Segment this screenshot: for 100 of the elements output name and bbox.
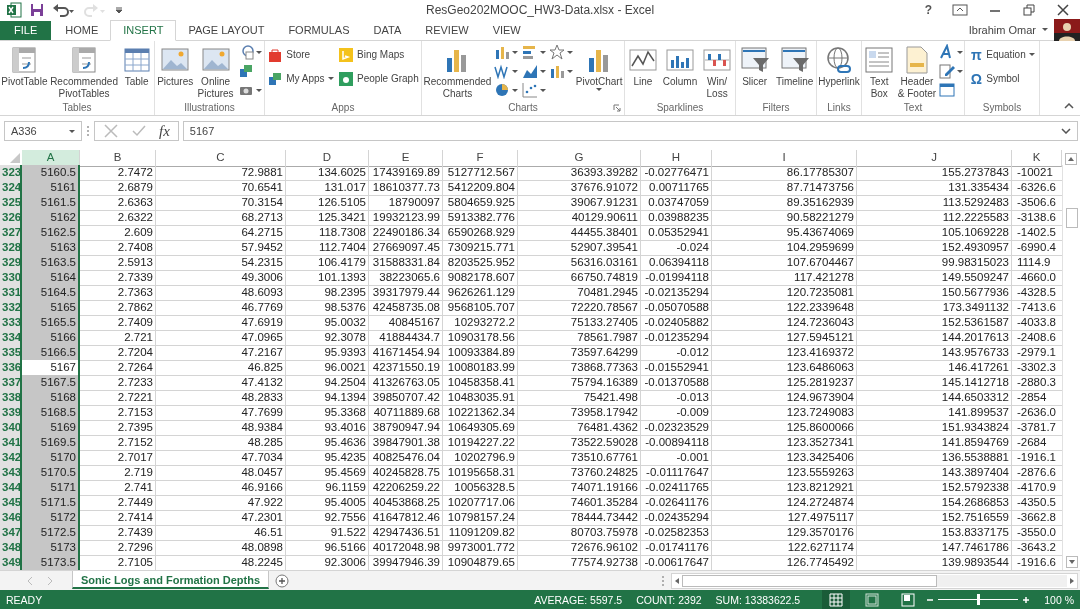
table-cell: 0.05352941 — [641, 225, 712, 242]
column-header[interactable]: D — [286, 150, 369, 168]
file-tab[interactable]: FILE — [0, 20, 52, 40]
row-header[interactable]: 345 — [0, 495, 22, 512]
column-header[interactable]: J — [857, 150, 1012, 168]
ribbon-display-icon[interactable] — [952, 2, 968, 17]
ribbon-button[interactable]: Line — [626, 42, 659, 89]
row-header[interactable]: 333 — [0, 315, 22, 332]
ribbon-button[interactable]: Online Pictures — [197, 42, 234, 101]
row-header[interactable]: 324 — [0, 180, 22, 197]
row-header[interactable]: 326 — [0, 210, 22, 227]
row-header[interactable]: 331 — [0, 285, 22, 302]
row-header[interactable]: 335 — [0, 345, 22, 362]
row-header[interactable]: 347 — [0, 525, 22, 542]
ribbon-button[interactable]: Text Box — [863, 42, 896, 101]
ribbon-button[interactable]: Store — [267, 43, 334, 66]
ribbon-tab[interactable]: PAGE LAYOUT — [176, 20, 277, 40]
row-header[interactable]: 342 — [0, 450, 22, 467]
help-button[interactable]: ? — [924, 2, 932, 17]
scroll-thumb[interactable] — [1065, 208, 1078, 229]
ribbon-button[interactable]: π Equation — [969, 43, 1035, 66]
row-header[interactable]: 325 — [0, 195, 22, 212]
row-header[interactable]: 337 — [0, 375, 22, 392]
column-header[interactable]: I — [712, 150, 857, 168]
expand-icon[interactable] — [1061, 128, 1071, 135]
table-cell: 99.98315023 — [857, 255, 1012, 272]
collapse-icon[interactable] — [1064, 102, 1074, 109]
ribbon-button[interactable]: Slicer — [738, 42, 771, 89]
ribbon-tab[interactable]: VIEW — [480, 20, 533, 40]
row-header[interactable]: 341 — [0, 435, 22, 452]
scroll-down-icon[interactable] — [1065, 556, 1078, 569]
zoom-level[interactable]: 100 % — [1044, 593, 1074, 606]
row-header[interactable]: 323 — [0, 165, 22, 182]
row-header[interactable]: 330 — [0, 270, 22, 287]
scroll-up-icon[interactable] — [1065, 152, 1077, 165]
zoom-in-button[interactable] — [1022, 595, 1031, 604]
row-header[interactable]: 340 — [0, 420, 22, 437]
ribbon-button[interactable] — [494, 81, 519, 99]
ribbon-button[interactable]: Column — [662, 42, 698, 89]
ribbon-button[interactable]: Win/ Loss — [701, 42, 734, 101]
row-header[interactable]: 336 — [0, 360, 22, 377]
symbol-glyph: π — [969, 46, 983, 63]
undo-icon[interactable] — [52, 1, 76, 18]
dialog-launcher-icon[interactable] — [613, 103, 621, 112]
restore-icon[interactable] — [1022, 2, 1036, 17]
row-header[interactable]: 343 — [0, 465, 22, 482]
vertical-scrollbar[interactable] — [1062, 165, 1080, 571]
ribbon-button[interactable]: Bing Maps — [338, 43, 419, 66]
ribbon-button[interactable] — [521, 81, 546, 99]
horizontal-scrollbar[interactable] — [671, 572, 1078, 589]
column-header[interactable]: C — [156, 150, 286, 168]
ribbon-button[interactable]: Pictures — [157, 42, 194, 89]
scroll-thumb[interactable] — [682, 574, 937, 587]
ribbon-button[interactable] — [521, 43, 546, 61]
column-header[interactable]: F — [443, 150, 518, 168]
ribbon-button[interactable]: Recommended Charts — [423, 42, 492, 101]
row-header[interactable]: 348 — [0, 540, 22, 557]
ribbon-button[interactable]: People Graph — [338, 67, 419, 90]
sheet-tab[interactable]: Sonic Logs and Formation Depths — [72, 571, 270, 590]
column-header[interactable]: E — [369, 150, 443, 168]
ribbon-button[interactable]: PivotTable — [1, 42, 48, 89]
ribbon-tab[interactable]: HOME — [53, 20, 111, 40]
ribbon-tab[interactable]: DATA — [361, 20, 414, 40]
table-cell: 73597.64299 — [518, 345, 641, 362]
name-box[interactable]: A336 — [4, 121, 82, 142]
ribbon-button[interactable] — [548, 43, 573, 61]
ribbon-tab[interactable]: INSERT — [110, 19, 177, 41]
normal-view-button[interactable] — [822, 590, 851, 609]
row-header[interactable]: 327 — [0, 225, 22, 242]
column-header[interactable]: H — [641, 150, 712, 168]
ribbon-button[interactable]: My Apps — [267, 67, 334, 90]
ribbon-button[interactable]: Hyperlink — [818, 42, 860, 89]
row-header[interactable]: 332 — [0, 300, 22, 317]
column-header[interactable]: K — [1012, 150, 1062, 168]
row-header[interactable]: 346 — [0, 510, 22, 527]
formula-field[interactable]: 5167 — [182, 121, 1078, 142]
ribbon-button[interactable]: Recommended PivotTables — [50, 42, 118, 101]
row-header[interactable]: 334 — [0, 330, 22, 347]
ribbon-button[interactable] — [938, 43, 963, 61]
save-icon[interactable] — [29, 1, 45, 18]
ribbon-button[interactable]: Ω Symbol — [969, 67, 1035, 90]
slider-thumb[interactable] — [977, 594, 981, 605]
row-header[interactable]: 338 — [0, 390, 22, 407]
ribbon-button[interactable]: Timeline — [775, 42, 814, 89]
insert-function-button[interactable]: fx — [159, 123, 170, 140]
column-header[interactable]: B — [80, 150, 156, 168]
ribbon-tab[interactable]: FORMULAS — [276, 20, 362, 40]
ribbon-button[interactable]: Header & Footer — [897, 42, 937, 101]
column-header[interactable]: G — [518, 150, 641, 168]
row-header[interactable]: 344 — [0, 480, 22, 497]
ribbon-tab[interactable]: REVIEW — [413, 20, 481, 40]
ribbon-button[interactable]: Table — [120, 42, 153, 89]
table-cell: 91.522 — [286, 525, 369, 542]
ribbon-button[interactable]: PivotChart — [575, 42, 623, 92]
user-name[interactable]: Ibrahim Omar — [968, 23, 1036, 36]
ribbon-button[interactable] — [938, 62, 963, 80]
table-cell: 49.3006 — [156, 270, 286, 287]
row-header[interactable]: 328 — [0, 240, 22, 257]
close-icon[interactable] — [1056, 2, 1070, 17]
add-sheet-icon[interactable] — [275, 573, 290, 588]
